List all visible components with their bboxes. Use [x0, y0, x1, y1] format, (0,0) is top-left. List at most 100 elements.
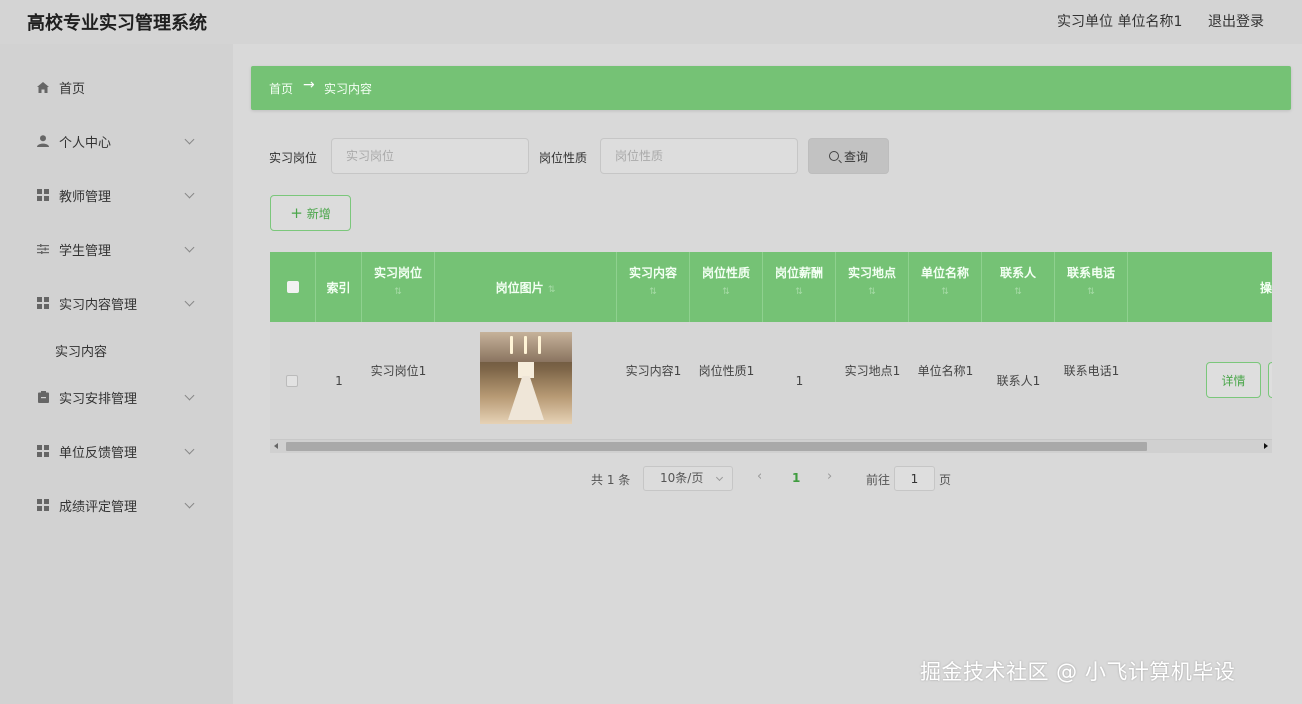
- cell-phone: 联系电话1: [1063, 364, 1120, 378]
- column-header-label: 索引: [326, 281, 351, 295]
- cell-company: 单位名称1: [917, 364, 974, 378]
- top-header: 高校专业实习管理系统 实习单位 单位名称1 退出登录: [0, 0, 1302, 44]
- nature-search-input[interactable]: [600, 138, 798, 174]
- pagination-total: 共 1 条: [591, 473, 631, 487]
- column-header-label: 实习岗位: [373, 266, 422, 280]
- post-search-input[interactable]: [331, 138, 529, 174]
- sidebar-item-internship-content-mgmt[interactable]: 实习内容管理: [0, 276, 233, 330]
- column-header-label: 岗位图片 ⇅: [435, 279, 616, 296]
- scrollbar-thumb[interactable]: [286, 442, 1147, 451]
- column-header-actions: 操作: [1128, 252, 1272, 322]
- photo-conference-table: [508, 376, 544, 420]
- data-table: 索引 实习岗位 ⇅ 岗位图片 ⇅ 实习内容 ⇅ 岗位性质 ⇅ 岗位薪酬 ⇅ 实习…: [270, 252, 1272, 454]
- photo-light: [538, 336, 541, 354]
- sidebar-item-grades[interactable]: 成绩评定管理: [0, 478, 233, 532]
- chevron-down-icon: [184, 498, 195, 508]
- chevron-down-icon: [715, 473, 724, 482]
- chevron-down-icon: [184, 390, 195, 400]
- home-icon: [37, 81, 49, 93]
- column-header-company[interactable]: 单位名称 ⇅: [909, 252, 982, 322]
- post-field-label: 实习岗位: [269, 151, 318, 165]
- sidebar: 首页 个人中心 教师管理 学生管理 实习内容管理 实习内容 实习安排管理 单位反…: [0, 44, 233, 704]
- column-header-label: 实习内容: [628, 266, 677, 280]
- sidebar-item-label: 教师管理: [59, 189, 112, 205]
- select-all-checkbox[interactable]: [287, 281, 299, 293]
- column-header-salary[interactable]: 岗位薪酬 ⇅: [763, 252, 836, 322]
- scroll-right-icon[interactable]: [1264, 443, 1268, 449]
- query-button[interactable]: 查询: [808, 138, 889, 174]
- goto-page-input[interactable]: [894, 466, 935, 491]
- cell-nature: 岗位性质1: [698, 364, 755, 378]
- plus-icon: +: [290, 203, 303, 222]
- add-button-label: 新增: [306, 206, 331, 221]
- page-size-value: 10条/页: [660, 471, 704, 485]
- scroll-left-icon[interactable]: [274, 443, 278, 449]
- breadcrumb-home-link[interactable]: 首页: [269, 80, 293, 97]
- column-header-label: 岗位性质: [701, 266, 750, 280]
- table-horizontal-scrollbar[interactable]: [270, 440, 1272, 453]
- grid-icon: [37, 297, 49, 309]
- column-header-nature[interactable]: 岗位性质 ⇅: [690, 252, 763, 322]
- column-header-image[interactable]: 岗位图片 ⇅: [435, 252, 617, 322]
- logout-link[interactable]: 退出登录: [1208, 11, 1264, 31]
- breadcrumb-current: 实习内容: [324, 82, 373, 96]
- query-button-label: 查询: [843, 149, 868, 164]
- chevron-down-icon: [184, 188, 195, 198]
- column-header-post[interactable]: 实习岗位 ⇅: [362, 252, 435, 322]
- column-header-content[interactable]: 实习内容 ⇅: [617, 252, 690, 322]
- sidebar-item-label: 实习安排管理: [59, 391, 138, 407]
- goto-label: 前往: [866, 473, 891, 487]
- column-header-label: 单位名称: [920, 266, 969, 280]
- watermark: 掘金技术社区 @ 小飞计算机毕设: [920, 660, 1236, 684]
- next-page-icon[interactable]: ›: [827, 469, 832, 484]
- row-select-checkbox[interactable]: [286, 375, 298, 387]
- cell-content: 实习内容1: [625, 364, 682, 378]
- sort-icon: ⇅: [722, 287, 730, 297]
- prev-page-icon[interactable]: ‹: [757, 469, 762, 484]
- page-number-current[interactable]: 1: [792, 471, 800, 485]
- photo-wall: [518, 362, 534, 378]
- photo-light: [524, 336, 527, 354]
- sidebar-subitem-internship-content[interactable]: 实习内容: [0, 330, 233, 370]
- grid-icon: [37, 189, 49, 201]
- header-select-cell: [270, 252, 316, 322]
- cell-index: 1: [335, 374, 343, 388]
- sidebar-item-student[interactable]: 学生管理: [0, 222, 233, 276]
- chevron-down-icon: [184, 444, 195, 454]
- cell-salary: 1: [795, 374, 804, 388]
- breadcrumb: 首页 → 实习内容: [251, 66, 1291, 110]
- sort-icon: ⇅: [1014, 287, 1022, 297]
- sidebar-item-feedback[interactable]: 单位反馈管理: [0, 424, 233, 478]
- chevron-down-icon: [184, 242, 195, 252]
- edit-button[interactable]: [1268, 362, 1272, 398]
- column-header-phone[interactable]: 联系电话 ⇅: [1055, 252, 1128, 322]
- arrow-right-icon: →: [303, 77, 315, 93]
- chevron-down-icon: [184, 296, 195, 306]
- column-header-index: 索引: [316, 252, 362, 322]
- sidebar-item-label: 个人中心: [59, 135, 112, 151]
- page-size-select[interactable]: 10条/页: [643, 466, 733, 491]
- sidebar-item-teacher[interactable]: 教师管理: [0, 168, 233, 222]
- post-image-thumbnail[interactable]: [480, 332, 572, 424]
- sidebar-item-schedule[interactable]: 实习安排管理: [0, 370, 233, 424]
- column-header-contact[interactable]: 联系人 ⇅: [982, 252, 1055, 322]
- column-header-label: 联系人: [999, 266, 1036, 280]
- column-header-label: 操作: [1259, 281, 1272, 295]
- sidebar-item-label: 实习内容管理: [59, 297, 138, 313]
- sort-icon: ⇅: [1087, 287, 1095, 297]
- sidebar-item-profile[interactable]: 个人中心: [0, 114, 233, 168]
- grid-icon: [37, 499, 49, 511]
- column-header-location[interactable]: 实习地点 ⇅: [836, 252, 909, 322]
- cell-location: 实习地点1: [844, 364, 901, 378]
- sidebar-item-label: 学生管理: [59, 243, 112, 259]
- add-button[interactable]: + 新增: [270, 195, 351, 231]
- nature-field-label: 岗位性质: [539, 151, 588, 165]
- sidebar-item-label: 成绩评定管理: [59, 499, 138, 515]
- sort-icon: ⇅: [547, 285, 556, 295]
- app-title: 高校专业实习管理系统: [27, 13, 207, 34]
- detail-button[interactable]: 详情: [1206, 362, 1261, 398]
- table-header: 索引 实习岗位 ⇅ 岗位图片 ⇅ 实习内容 ⇅ 岗位性质 ⇅ 岗位薪酬 ⇅ 实习…: [270, 252, 1272, 322]
- photo-light: [510, 336, 513, 354]
- sidebar-item-home[interactable]: 首页: [0, 60, 233, 114]
- current-user-info: 实习单位 单位名称1: [1057, 14, 1183, 30]
